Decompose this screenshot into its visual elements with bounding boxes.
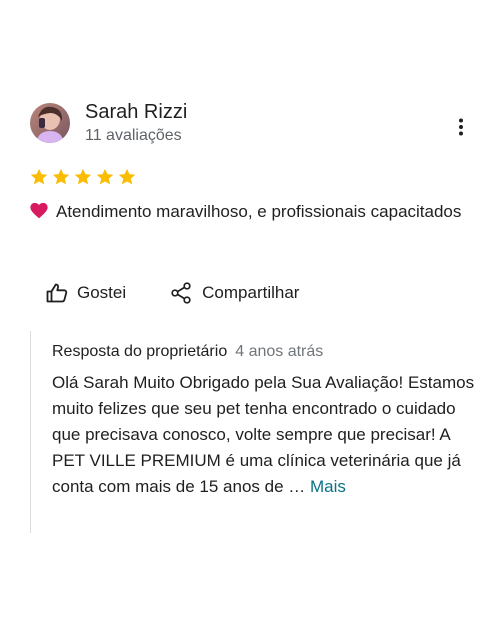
heart-icon	[30, 202, 48, 219]
share-icon	[171, 282, 191, 304]
owner-reply: Resposta do proprietário 4 anos atrás Olá…	[30, 331, 476, 533]
review-actions: Gostei Compartilhar	[46, 282, 299, 304]
owner-reply-header: Resposta do proprietário 4 anos atrás	[52, 343, 323, 361]
thumb-up-icon	[46, 283, 68, 303]
owner-reply-time: 4 anos atrás	[235, 343, 324, 360]
star-filled-icon	[118, 168, 136, 185]
star-filled-icon	[52, 168, 70, 185]
star-filled-icon	[96, 168, 114, 185]
star-rating	[29, 167, 137, 187]
like-button[interactable]: Gostei	[46, 283, 126, 303]
review-card: Sarah Rizzi 11 avaliações Atendimento ma…	[0, 0, 501, 628]
review-text: Atendimento maravilhoso, e profissionais…	[56, 202, 462, 221]
star-filled-icon	[30, 168, 48, 185]
share-button[interactable]: Compartilhar	[171, 282, 299, 304]
more-options-button[interactable]	[448, 112, 474, 142]
like-label: Gostei	[77, 283, 127, 302]
review-text-block: Atendimento maravilhoso, e profissionais…	[30, 199, 470, 225]
avatar[interactable]	[30, 103, 70, 143]
read-more-link[interactable]: Mais	[310, 477, 346, 496]
share-label: Compartilhar	[202, 283, 300, 302]
author-review-count: 11 avaliações	[85, 127, 182, 144]
star-filled-icon	[74, 168, 92, 185]
owner-reply-label: Resposta do proprietário	[52, 343, 228, 360]
owner-reply-text: Olá Sarah Muito Obrigado pela Sua Avalia…	[52, 373, 475, 496]
more-vert-icon	[459, 118, 463, 136]
owner-reply-text-block: Olá Sarah Muito Obrigado pela Sua Avalia…	[52, 370, 476, 500]
author-name[interactable]: Sarah Rizzi	[85, 101, 187, 124]
